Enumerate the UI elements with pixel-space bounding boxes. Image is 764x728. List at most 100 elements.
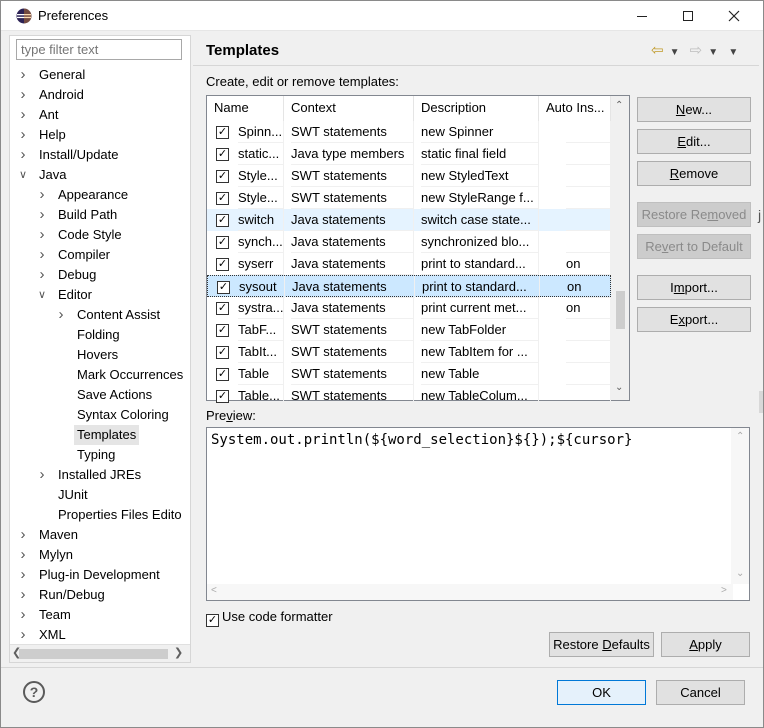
apply-button[interactable]: Apply [661,632,750,657]
tree-item[interactable]: › Code Style [10,225,190,245]
restore-defaults-button[interactable]: Restore Defaults [549,632,654,657]
tree-item[interactable]: › Help [10,125,190,145]
tree-item[interactable]: Properties Files Edito [10,505,190,525]
ok-button[interactable]: OK [557,680,646,705]
use-code-formatter-checkbox[interactable]: ✓ Use code formatter [206,609,333,627]
collapse-arrow-icon[interactable]: › [17,65,29,85]
preview-vertical-scrollbar[interactable]: ⌃ ⌄ [731,428,749,584]
tree-item[interactable]: Folding [10,325,190,345]
tree-item[interactable]: Syntax Coloring [10,405,190,425]
tree-item[interactable]: Save Actions [10,385,190,405]
collapse-arrow-icon[interactable]: › [17,545,29,565]
tree-item[interactable]: › Run/Debug [10,585,190,605]
filter-input[interactable] [16,39,182,60]
enabled-checkbox[interactable]: ✓ [216,346,229,359]
enabled-checkbox[interactable]: ✓ [216,368,229,381]
collapse-arrow-icon[interactable]: › [17,125,29,145]
help-icon[interactable]: ? [23,681,45,703]
column-header-auto-insert[interactable]: Auto Ins... [539,96,611,121]
scroll-up-icon[interactable]: ⌃ [736,431,744,442]
new-button[interactable]: New... [637,97,751,122]
scroll-up-icon[interactable]: ⌃ [615,100,623,111]
back-arrow-icon[interactable]: ⇦ [651,42,664,59]
scroll-thumb[interactable] [616,291,625,329]
forward-arrow-icon[interactable]: ⇨ [690,42,703,59]
close-icon[interactable] [713,1,755,31]
collapse-arrow-icon[interactable]: › [36,465,48,485]
table-row[interactable]: ✓ static... Java type members static final … [207,143,611,165]
cancel-button[interactable]: Cancel [656,680,745,705]
table-row[interactable]: ✓ Table SWT statements new Table [207,363,611,385]
table-row[interactable]: ✓ TabIt... SWT statements new TabItem for .… [207,341,611,363]
import-button[interactable]: Import... [637,275,751,300]
column-header-name[interactable]: Name [207,96,284,121]
table-row[interactable]: ✓ Style... SWT statements new StyledText [207,165,611,187]
checkbox[interactable]: ✓ [206,614,219,627]
tree-item[interactable]: › General [10,65,190,85]
column-header-context[interactable]: Context [284,96,414,121]
table-row[interactable]: ✓ Style... SWT statements new StyleRange f.… [207,187,611,209]
table-row[interactable]: ✓ Spinn... SWT statements new Spinner [207,121,611,143]
tree-item[interactable]: › Team [10,605,190,625]
tree-item[interactable]: › Installed JREs [10,465,190,485]
expand-arrow-icon[interactable]: ∨ [36,285,48,305]
tree-item[interactable]: › Debug [10,265,190,285]
table-row[interactable]: ✓ syserr Java statements print to standard.… [207,253,611,275]
scroll-thumb[interactable] [19,649,168,659]
table-vertical-scrollbar[interactable]: ⌃ ⌄ [611,96,629,400]
collapse-arrow-icon[interactable]: › [55,305,67,325]
scroll-right-icon[interactable]: > [721,585,727,596]
collapse-arrow-icon[interactable]: › [17,105,29,125]
tree-item[interactable]: › Compiler [10,245,190,265]
enabled-checkbox[interactable]: ✓ [216,390,229,403]
table-row[interactable]: ✓ systra... Java statements print current m… [207,297,611,319]
scroll-down-icon[interactable]: ⌄ [615,382,623,393]
tree-item[interactable]: › Build Path [10,205,190,225]
revert-to-default-button[interactable]: Revert to Default [637,234,751,259]
scroll-left-icon[interactable]: < [211,585,217,596]
tree-item[interactable]: JUnit [10,485,190,505]
collapse-arrow-icon[interactable]: › [36,245,48,265]
enabled-checkbox[interactable]: ✓ [216,302,229,315]
tree-item[interactable]: › Ant [10,105,190,125]
collapse-arrow-icon[interactable]: › [17,625,29,643]
tree-item[interactable]: Mark Occurrences [10,365,190,385]
enabled-checkbox[interactable]: ✓ [216,236,229,249]
tree-item[interactable]: Templates [10,425,190,445]
column-header-description[interactable]: Description [414,96,539,121]
tree-horizontal-scrollbar[interactable]: ❮ ❯ [10,644,190,662]
minimize-icon[interactable] [621,1,663,31]
collapse-arrow-icon[interactable]: › [36,225,48,245]
enabled-checkbox[interactable]: ✓ [216,148,229,161]
collapse-arrow-icon[interactable]: › [17,85,29,105]
forward-dropdown-icon[interactable]: ▼ [708,47,718,58]
tree-item[interactable]: › Android [10,85,190,105]
tree-item[interactable]: ∨ Java [10,165,190,185]
preview-pane[interactable]: System.out.println(${word_selection}${})… [206,427,750,601]
enabled-checkbox[interactable]: ✓ [216,324,229,337]
tree-item[interactable]: › Appearance [10,185,190,205]
enabled-checkbox[interactable]: ✓ [216,258,229,271]
scroll-down-icon[interactable]: ⌄ [736,568,744,579]
enabled-checkbox[interactable]: ✓ [217,281,230,294]
tree-item[interactable]: › Install/Update [10,145,190,165]
edit-button[interactable]: Edit... [637,129,751,154]
remove-button[interactable]: Remove [637,161,751,186]
restore-removed-button[interactable]: Restore Removed [637,202,751,227]
scroll-right-icon[interactable]: ❯ [174,646,183,659]
tree-item[interactable]: Typing [10,445,190,465]
maximize-icon[interactable] [667,1,709,31]
preview-horizontal-scrollbar[interactable]: < > [207,584,733,600]
collapse-arrow-icon[interactable]: › [36,205,48,225]
tree-item[interactable]: › Plug-in Development [10,565,190,585]
view-menu-icon[interactable]: ▼ [728,47,738,58]
collapse-arrow-icon[interactable]: › [17,525,29,545]
enabled-checkbox[interactable]: ✓ [216,192,229,205]
back-dropdown-icon[interactable]: ▼ [670,47,680,58]
tree-item[interactable]: › Maven [10,525,190,545]
collapse-arrow-icon[interactable]: › [17,605,29,625]
tree-item[interactable]: › XML [10,625,190,643]
collapse-arrow-icon[interactable]: › [36,265,48,285]
table-row[interactable]: ✓ synch... Java statements synchronized blo… [207,231,611,253]
collapse-arrow-icon[interactable]: › [17,565,29,585]
